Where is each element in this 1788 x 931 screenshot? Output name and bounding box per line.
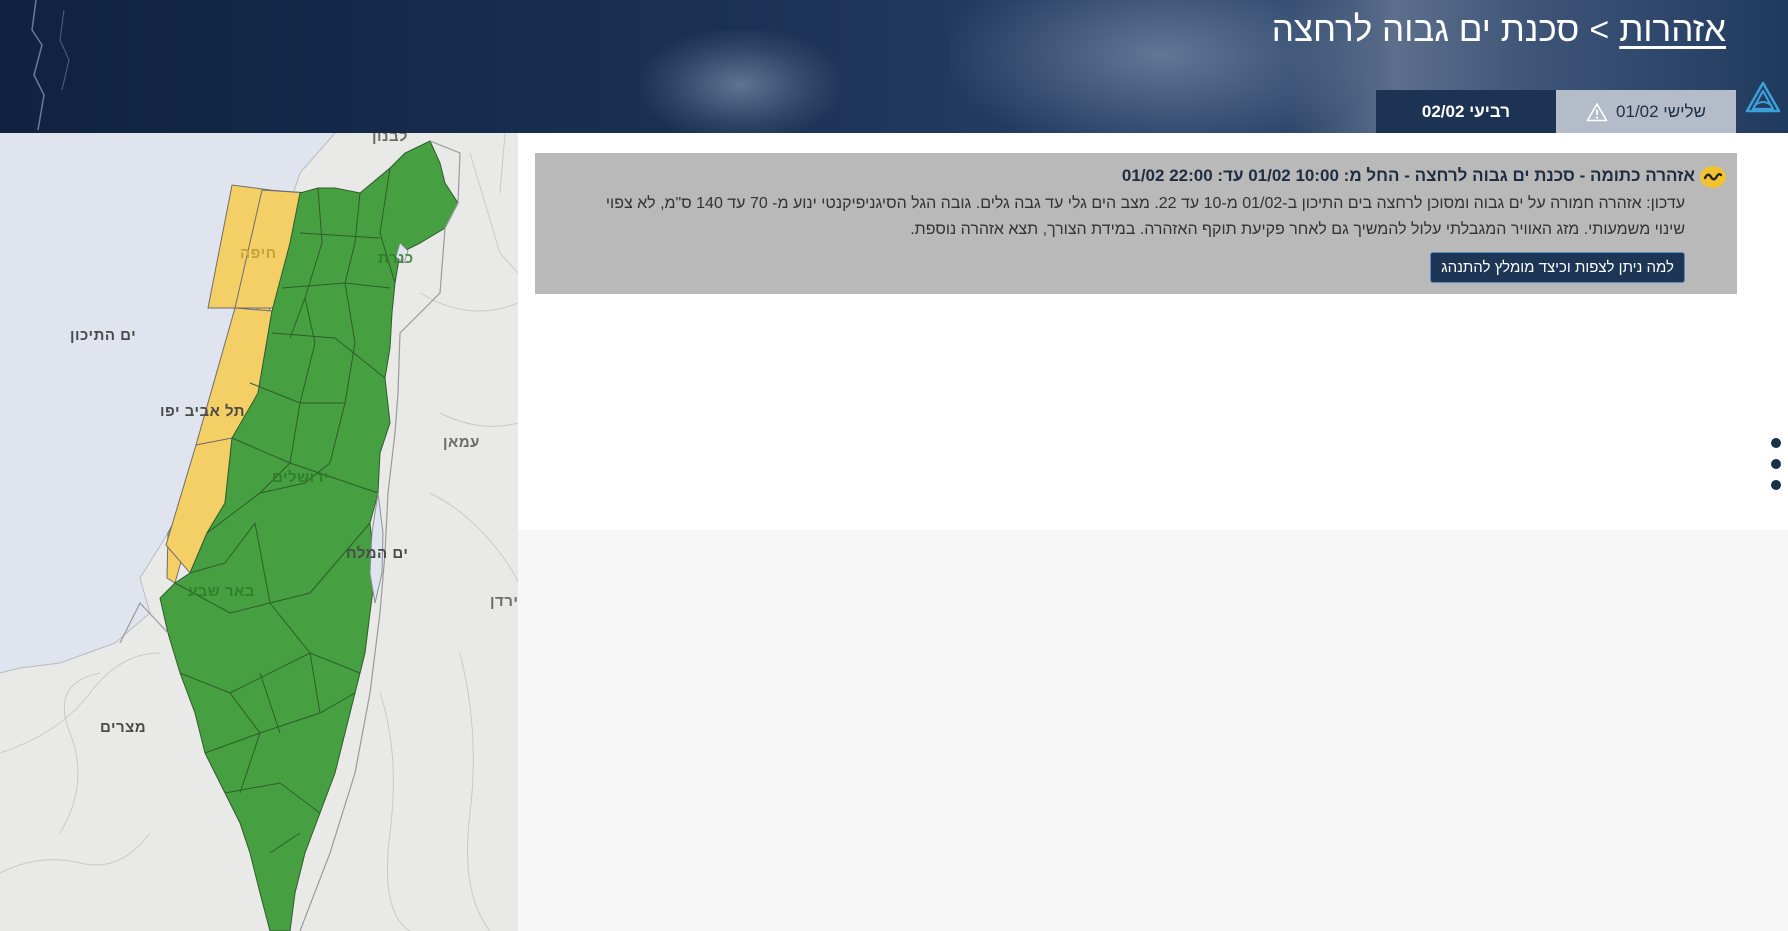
breadcrumb-warnings-link[interactable]: אזהרות	[1619, 10, 1726, 50]
more-options-icon[interactable]	[1770, 438, 1782, 490]
tab-tuesday[interactable]: שלישי 01/02	[1556, 90, 1736, 133]
page-title: אזהרות > סכנת ים גבוה לרחצה	[1272, 10, 1726, 50]
warning-map[interactable]: לבנון חיפה כנרת ים התיכון תל אביב יפו עמ…	[0, 133, 518, 931]
tab-wednesday[interactable]: רביעי 02/02	[1376, 90, 1556, 133]
map-label-kinneret: כנרת	[378, 250, 414, 267]
wave-warning-icon	[1700, 166, 1726, 188]
breadcrumb-separator: >	[1589, 10, 1610, 49]
page-header: אזהרות > סכנת ים גבוה לרחצה שלישי 01/02 …	[0, 0, 1788, 133]
map-label-amman: עמאן	[443, 434, 480, 451]
tab-wednesday-label: רביעי 02/02	[1421, 101, 1511, 121]
alert-card: אזהרה כתומה - סכנת ים גבוה לרחצה - החל מ…	[535, 153, 1737, 294]
map-label-lebanon: לבנון	[372, 133, 408, 145]
behavior-guidance-button[interactable]: למה ניתן לצפות וכיצד מומלץ להתנהג	[1430, 252, 1685, 283]
map-label-jerusalem: ירושלים	[272, 469, 329, 486]
page-title-text: סכנת ים גבוה לרחצה	[1271, 10, 1580, 49]
map-label-beer-sheva: באר שבע	[188, 583, 255, 600]
map-label-tel-aviv: תל אביב יפו	[160, 403, 246, 420]
kebab-dot	[1771, 438, 1781, 448]
day-tabs: שלישי 01/02 רביעי 02/02	[1376, 90, 1736, 133]
kebab-dot	[1771, 459, 1781, 469]
alert-body-text: עדכון: אזהרה חמורה על ים גבוה ומסוכן לרח…	[605, 195, 1685, 238]
map-label-egypt: מצרים	[100, 719, 147, 736]
site-logo-icon[interactable]	[1744, 80, 1782, 114]
content-background	[518, 530, 1788, 931]
kebab-dot	[1771, 480, 1781, 490]
lightning-decoration-icon	[31, 0, 70, 130]
map-label-haifa: חיפה	[240, 245, 277, 262]
map-label-jordan: ירדן	[490, 593, 518, 610]
map-label-med-sea: ים התיכון	[70, 327, 137, 344]
map-label-dead-sea: ים המלח	[346, 545, 409, 562]
header-cloud-decoration	[640, 30, 840, 133]
tab-tuesday-label: שלישי 01/02	[1616, 101, 1706, 121]
warning-triangle-icon	[1586, 102, 1608, 121]
alert-title: אזהרה כתומה - סכנת ים גבוה לרחצה - החל מ…	[1121, 166, 1695, 185]
